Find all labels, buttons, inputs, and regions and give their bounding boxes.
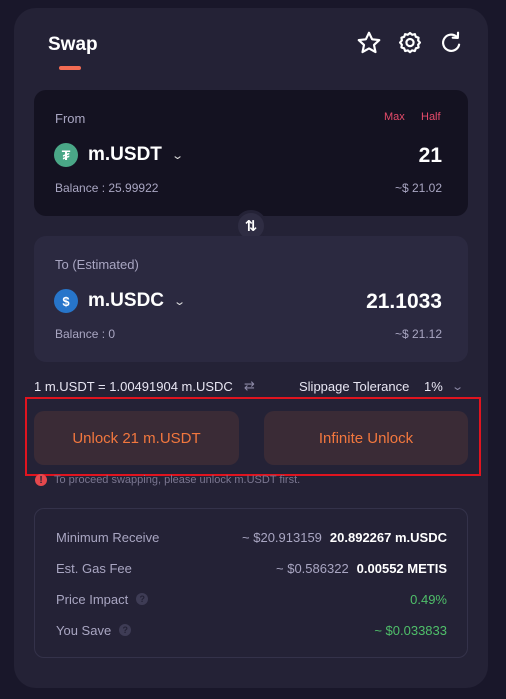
gas-fee-label: Est. Gas Fee (56, 560, 132, 576)
tab-active-indicator (59, 66, 81, 70)
exchange-rate: 1 m.USDT = 1.00491904 m.USDC (34, 379, 233, 394)
from-amount-input[interactable]: 21 (419, 144, 442, 168)
warning-icon: ! (35, 474, 47, 486)
to-token-selector[interactable]: $ m.USDC ⌄ (54, 289, 187, 313)
tab-swap[interactable]: Swap (48, 34, 98, 56)
refresh-icon[interactable] (438, 30, 464, 56)
slippage-value[interactable]: 1% (424, 379, 443, 394)
min-receive-label: Minimum Receive (56, 529, 160, 545)
to-amount: 21.1033 (366, 290, 442, 313)
detail-gas-fee: Est. Gas Fee ~ $0.586322 0.00552 METIS (56, 558, 447, 578)
help-icon[interactable]: ? (119, 624, 132, 636)
from-balance: Balance : 25.99922 (55, 181, 159, 195)
chevron-down-icon: ⌄ (171, 149, 184, 162)
to-token-name: m.USDC (88, 290, 165, 311)
detail-price-impact: Price Impact ? 0.49% (56, 589, 447, 609)
swap-details: Minimum Receive ~ $20.913159 20.892267 m… (34, 508, 468, 658)
gear-icon[interactable] (397, 30, 423, 56)
chevron-down-icon: ⌄ (173, 295, 187, 308)
price-impact-label: Price Impact (56, 591, 129, 607)
gas-fee-value: 0.00552 METIS (356, 560, 447, 576)
warning-text: To proceed swapping, please unlock m.USD… (54, 474, 301, 486)
detail-you-save: You Save ? ~ $0.033833 (56, 620, 447, 640)
min-receive-usd: ~ $20.913159 (242, 529, 322, 545)
chevron-down-icon[interactable]: ⌄ (451, 380, 464, 393)
unlock-button[interactable]: Unlock 21 m.USDT (34, 411, 239, 465)
you-save-value: ~ $0.033833 (374, 622, 447, 638)
from-token-name: m.USDT (88, 144, 162, 165)
max-button[interactable]: Max (384, 111, 405, 123)
from-card: From Max Half ₮ m.USDT ⌄ 21 Balance : 25… (34, 90, 468, 216)
to-label: To (Estimated) (55, 257, 139, 272)
to-usd-value: ~$ 21.12 (394, 327, 442, 341)
swap-rate-icon[interactable]: ⇄ (244, 378, 255, 394)
to-card: To (Estimated) $ m.USDC ⌄ 21.1033 Balanc… (34, 236, 468, 362)
tether-icon: ₮ (54, 143, 78, 167)
price-impact-value: 0.49% (410, 591, 447, 607)
from-token-selector[interactable]: ₮ m.USDT ⌄ (54, 143, 184, 167)
from-usd-value: ~$ 21.02 (394, 181, 442, 195)
star-icon[interactable] (356, 30, 382, 56)
infinite-unlock-button[interactable]: Infinite Unlock (264, 411, 468, 465)
usdc-icon: $ (54, 289, 78, 313)
swap-arrows-icon: ⇅ (244, 218, 258, 235)
from-label: From (55, 111, 86, 126)
min-receive-value: 20.892267 m.USDC (329, 529, 447, 545)
detail-min-receive: Minimum Receive ~ $20.913159 20.892267 m… (56, 527, 447, 547)
you-save-label: You Save (56, 622, 112, 638)
gas-fee-usd: ~ $0.586322 (276, 560, 349, 576)
half-button[interactable]: Half (421, 111, 441, 123)
to-balance: Balance : 0 (55, 327, 116, 341)
slippage-label: Slippage Tolerance (299, 379, 410, 394)
help-icon[interactable]: ? (136, 593, 149, 605)
